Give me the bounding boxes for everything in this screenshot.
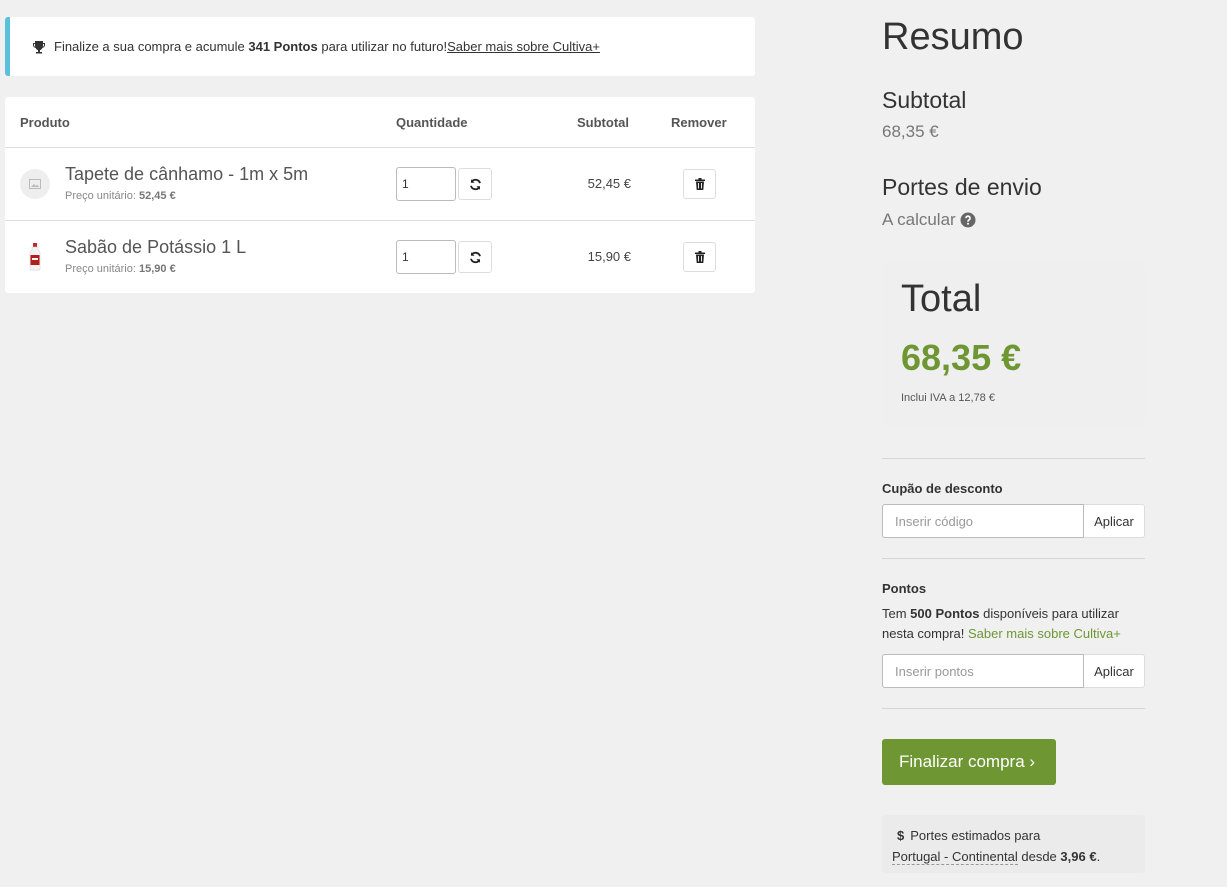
bottle-icon	[20, 242, 50, 272]
header-quantity: Quantidade	[396, 115, 468, 130]
update-quantity-button[interactable]	[458, 241, 492, 273]
apply-coupon-button[interactable]: Aplicar	[1084, 504, 1145, 538]
trash-icon	[694, 251, 705, 263]
subtotal-value: 68,35 €	[882, 122, 939, 141]
product-name[interactable]: Sabão de Potássio 1 L	[65, 237, 246, 258]
divider	[882, 558, 1145, 559]
rewards-notice: Finalize a sua compra e acumule 341 Pont…	[5, 17, 755, 76]
refresh-icon	[469, 251, 481, 263]
coupon-input[interactable]	[882, 504, 1084, 538]
shipping-value: A calcular	[882, 210, 976, 230]
total-box: Total 68,35 € Inclui IVA a 12,78 €	[882, 261, 1145, 427]
quantity-input[interactable]	[396, 240, 456, 274]
header-remove: Remover	[671, 115, 727, 130]
subtotal-label: Subtotal	[882, 87, 967, 113]
divider	[882, 458, 1145, 459]
header-subtotal: Subtotal	[577, 115, 629, 130]
notice-learn-more-link[interactable]: Saber mais sobre Cultiva+	[447, 39, 600, 54]
product-name[interactable]: Tapete de cânhamo - 1m x 5m	[65, 164, 308, 185]
unit-price: Preço unitário: 52,45 €	[65, 190, 176, 202]
remove-item-button[interactable]	[683, 169, 716, 199]
cart-table: Produto Quantidade Subtotal Remover Tape…	[5, 97, 755, 293]
dollar-icon: $	[897, 828, 905, 843]
unit-price: Preço unitário: 15,90 €	[65, 263, 176, 275]
total-value: 68,35 €	[901, 337, 1022, 378]
shipping-label: Portes de envio	[882, 174, 1042, 200]
refresh-icon	[469, 178, 481, 190]
available-points: 500 Pontos	[910, 606, 980, 621]
notice-points: 341 Pontos	[248, 39, 318, 54]
checkout-button[interactable]: Finalizar compra ›	[882, 739, 1056, 785]
points-text: Tem 500 Pontos disponíveis para utilizar…	[882, 606, 1121, 641]
table-row: Tapete de cânhamo - 1m x 5m Preço unitár…	[5, 148, 755, 221]
trash-icon	[694, 178, 705, 190]
quantity-input[interactable]	[396, 167, 456, 201]
coupon-input-group: Aplicar	[882, 504, 1145, 538]
points-learn-more-link[interactable]: Saber mais sobre Cultiva+	[968, 626, 1121, 641]
points-input[interactable]	[882, 654, 1084, 688]
question-circle-icon[interactable]	[960, 212, 976, 228]
line-subtotal: 52,45 €	[587, 176, 631, 191]
line-subtotal: 15,90 €	[587, 249, 631, 264]
image-placeholder-icon	[20, 169, 50, 199]
points-input-group: Aplicar	[882, 654, 1145, 688]
divider	[882, 708, 1145, 709]
table-row: Sabão de Potássio 1 L Preço unitário: 15…	[5, 221, 755, 294]
apply-points-button[interactable]: Aplicar	[1084, 654, 1145, 688]
vat-note: Inclui IVA a 12,78 €	[901, 392, 995, 404]
trophy-icon	[32, 40, 46, 54]
coupon-label: Cupão de desconto	[882, 481, 1003, 496]
total-label: Total	[901, 278, 982, 320]
points-label: Pontos	[882, 581, 927, 596]
notice-text: Finalize a sua compra e acumule 341 Pont…	[54, 39, 448, 54]
cart-table-header: Produto Quantidade Subtotal Remover	[5, 97, 755, 148]
shipping-estimate-price: 3,96 €	[1060, 849, 1097, 864]
update-quantity-button[interactable]	[458, 168, 492, 200]
header-product: Produto	[20, 115, 70, 130]
shipping-estimate: $ Portes estimados para Portugal - Contin…	[882, 815, 1145, 873]
remove-item-button[interactable]	[683, 242, 716, 272]
summary-title: Resumo	[882, 16, 1024, 58]
shipping-destination[interactable]: Portugal - Continental	[892, 849, 1018, 865]
